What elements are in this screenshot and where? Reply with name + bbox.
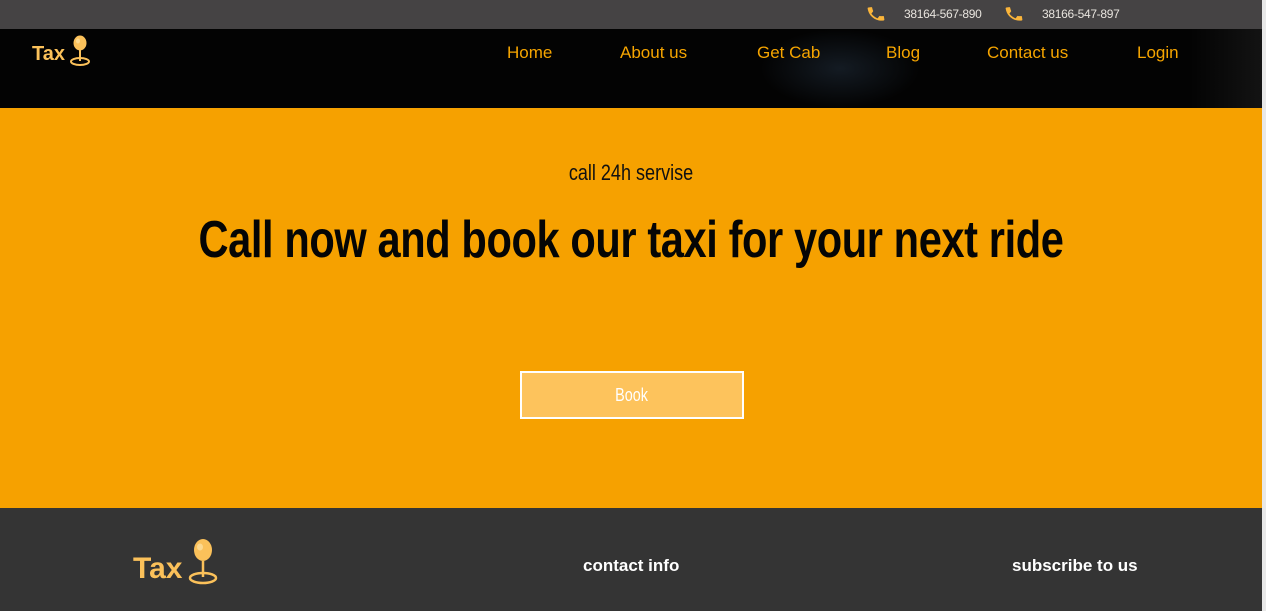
scrollbar-edge — [1262, 0, 1266, 611]
nav-home[interactable]: Home — [507, 43, 552, 63]
footer-logo-text: Tax — [133, 552, 183, 585]
nav-contact-us[interactable]: Contact us — [987, 43, 1068, 63]
map-pin-icon — [69, 35, 90, 66]
main-navbar: Tax Home About us Get Cab Blog Contact u… — [0, 29, 1266, 108]
book-button[interactable]: Book — [520, 371, 744, 419]
phone-contact-1[interactable]: 38164-567-890 — [866, 4, 982, 24]
hero-title: Call now and book our taxi for your next… — [198, 211, 1064, 269]
phone-icon — [866, 4, 888, 24]
footer-subscribe-heading: subscribe to us — [1012, 556, 1138, 575]
hero-section: call 24h servise Call now and book our t… — [0, 108, 1266, 508]
nav-login[interactable]: Login — [1137, 43, 1179, 63]
phone-number-2: 38166-547-897 — [1042, 7, 1120, 21]
footer-logo[interactable]: Tax — [133, 538, 220, 586]
book-button-label: Book — [615, 384, 649, 405]
footer: Tax contact info subscribe to us — [0, 508, 1266, 611]
footer-contact-heading: contact info — [583, 556, 680, 575]
logo[interactable]: Tax — [32, 35, 93, 67]
nav-blog[interactable]: Blog — [886, 43, 920, 63]
logo-text: Tax — [32, 43, 65, 65]
nav-about-us[interactable]: About us — [620, 43, 687, 63]
phone-icon — [1004, 4, 1026, 24]
hero-subtitle: call 24h servise — [568, 160, 694, 185]
top-bar: 38164-567-890 38166-547-897 — [0, 0, 1266, 29]
phone-contact-2[interactable]: 38166-547-897 — [1004, 4, 1120, 24]
phone-number-1: 38164-567-890 — [904, 7, 982, 21]
map-pin-icon — [189, 539, 218, 585]
nav-get-cab[interactable]: Get Cab — [757, 43, 820, 63]
